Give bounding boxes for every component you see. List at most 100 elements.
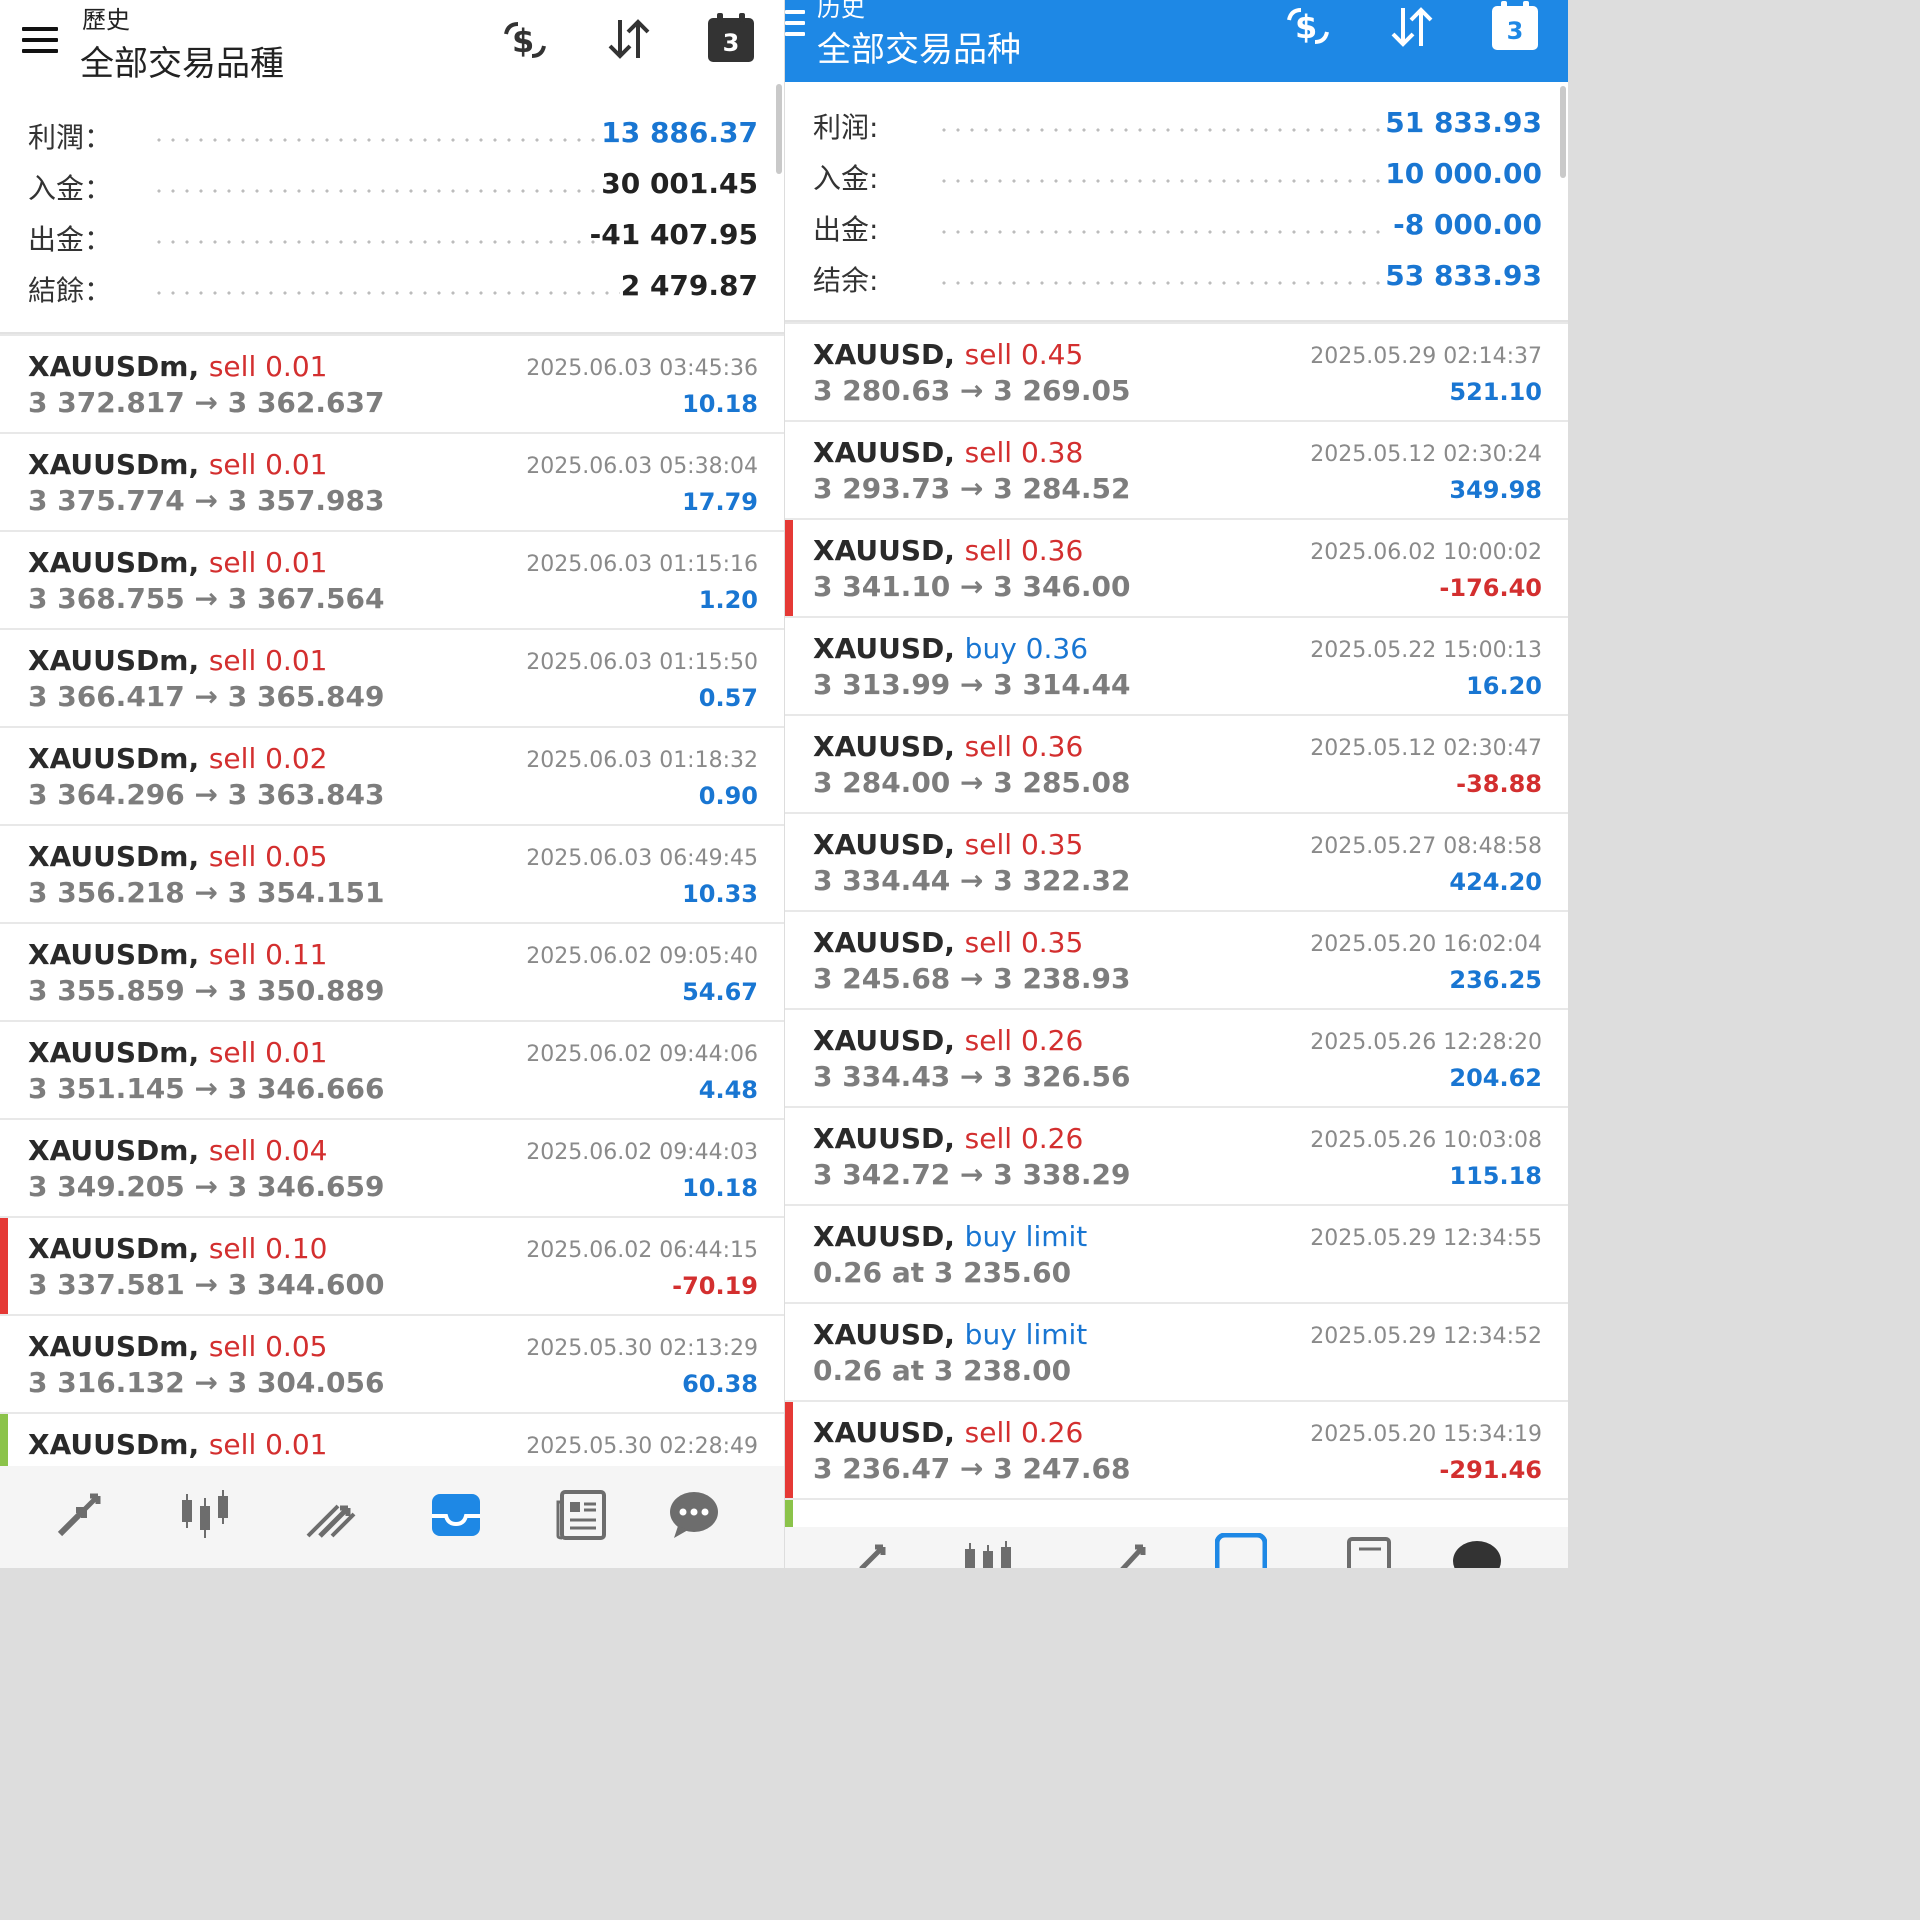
summary-label: 出金:: [813, 213, 879, 246]
chat-icon[interactable]: [1451, 1537, 1503, 1568]
trade-row[interactable]: XAUUSDm, sell 0.01 3 368.755 → 3 367.564 2…: [0, 530, 784, 628]
trade-row[interactable]: XAUUSD, sell 0.26 3 334.43 → 3 326.56 2025…: [785, 1008, 1568, 1106]
history-icon[interactable]: [1215, 1533, 1267, 1568]
trade-time: 2025.06.03 01:15:16: [526, 552, 758, 577]
trade-row[interactable]: XAUUSDm, sell 0.05 3 316.132 → 3 304.056 2…: [0, 1314, 784, 1412]
trade-profit: 10.33: [682, 880, 758, 908]
trade-result-marker: [785, 1402, 793, 1498]
news-icon[interactable]: [1341, 1535, 1393, 1568]
trade-row[interactable]: XAUUSD, sell 0.35 3 334.44 → 3 322.32 2025…: [785, 812, 1568, 910]
dollar-exchange-icon[interactable]: $: [500, 18, 550, 62]
trade-prices: 3 356.218 → 3 354.151: [28, 876, 385, 909]
dotted-leader: [152, 240, 600, 244]
trade-symbol: XAUUSDm,: [28, 1428, 200, 1461]
dotted-leader: [152, 189, 600, 193]
trade-row[interactable]: XAUUSD, buy 0.36 3 313.99 → 3 314.44 2025.…: [785, 616, 1568, 714]
trade-row[interactable]: XAUUSDm, sell 0.01 3 372.817 → 3 362.637 2…: [0, 334, 784, 432]
trade-side: sell 0.35: [964, 828, 1084, 861]
sort-icon[interactable]: [604, 16, 654, 62]
summary-value: 53 833.93: [1385, 259, 1542, 292]
trade-row[interactable]: XAUUSD, sell 0.38 3 293.73 → 3 284.52 2025…: [785, 420, 1568, 518]
trade-side: sell 0.01: [208, 1036, 328, 1069]
trade-symbol: XAUUSDm,: [28, 938, 200, 971]
trade-row[interactable]: XAUUSD, sell 0.36 3 284.00 → 3 285.08 2025…: [785, 714, 1568, 812]
trade-time: 2025.05.29 12:34:52: [1310, 1324, 1542, 1349]
trade-profit: 0.90: [698, 782, 758, 810]
trade-row[interactable]: XAUUSD, buy limit 0.26 at 3 238.00 2025.05…: [785, 1302, 1568, 1400]
trade-symbol-line: XAUUSDm, sell 0.01: [28, 644, 327, 677]
trade-row[interactable]: XAUUSD, buy limit 0.26 at 3 235.60 2025.05…: [785, 1204, 1568, 1302]
history-icon[interactable]: [430, 1490, 482, 1540]
trade-row[interactable]: XAUUSD, sell 0.35 3 245.68 → 3 238.93 2025…: [785, 910, 1568, 1008]
summary-value: 51 833.93: [1385, 106, 1542, 139]
trade-row[interactable]: XAUUSDm, sell 0.10 3 337.581 → 3 344.600 2…: [0, 1216, 784, 1314]
summary-label: 入金：: [28, 172, 113, 205]
trade-prices: 3 368.755 → 3 367.564: [28, 582, 385, 615]
dollar-exchange-icon[interactable]: $: [1283, 4, 1333, 48]
summary-label: 利润:: [813, 111, 879, 144]
trade-profit: -38.88: [1456, 770, 1542, 798]
header-subtitle: 历史: [817, 0, 865, 22]
quotes-icon[interactable]: [54, 1490, 104, 1540]
symbol-filter-title[interactable]: 全部交易品種: [80, 36, 284, 85]
trade-row[interactable]: XAUUSDm, sell 0.01 3 366.417 → 3 365.849 2…: [0, 628, 784, 726]
trade-row[interactable]: XAUUSDm, sell 0.04 3 349.205 → 3 346.659 2…: [0, 1118, 784, 1216]
trade-row[interactable]: XAUUSDm, sell 0.02 3 364.296 → 3 363.843 2…: [0, 726, 784, 824]
trade-time: 2025.05.22 15:00:13: [1310, 638, 1542, 663]
trade-result-marker: [0, 1218, 8, 1314]
summary-value: 13 886.37: [601, 116, 758, 149]
chart-icon[interactable]: [961, 1533, 1015, 1568]
trade-icon[interactable]: [1115, 1533, 1155, 1568]
trade-profit: -291.46: [1439, 1456, 1542, 1484]
trade-time: 2025.05.12 02:30:24: [1310, 442, 1542, 467]
sort-icon[interactable]: [1387, 4, 1437, 50]
trade-symbol: XAUUSD,: [813, 1122, 955, 1155]
trade-symbol-line: XAUUSDm, sell 0.01: [28, 448, 327, 481]
trade-symbol: XAUUSDm,: [28, 1134, 200, 1167]
trade-row[interactable]: XAUUSD, sell 0.45 3 280.63 → 3 269.05 2025…: [785, 322, 1568, 420]
trade-row[interactable]: XAUUSDm, sell 0.11 3 355.859 → 3 350.889 2…: [0, 922, 784, 1020]
trade-row[interactable]: XAUUSD, sell 0.36 3 341.10 → 3 346.00 2025…: [785, 518, 1568, 616]
trade-symbol: XAUUSD,: [813, 828, 955, 861]
summary-row: 利潤： 13 886.37: [0, 116, 784, 166]
trade-symbol-line: XAUUSDm, sell 0.01: [28, 350, 327, 383]
trade-icon[interactable]: [304, 1490, 358, 1540]
trade-symbol: XAUUSDm,: [28, 644, 200, 677]
trade-time: 2025.05.20 16:02:04: [1310, 932, 1542, 957]
trade-symbol-line: XAUUSD, buy limit: [813, 1220, 1087, 1253]
summary-row: 出金: -8 000.00: [785, 208, 1568, 258]
calendar-icon[interactable]: 3: [1492, 1, 1538, 50]
trade-row[interactable]: XAUUSDm, sell 0.01 3 375.774 → 3 357.983 2…: [0, 432, 784, 530]
trade-prices: 3 364.296 → 3 363.843: [28, 778, 385, 811]
trade-symbol-line: XAUUSD, sell 0.26: [813, 1122, 1083, 1155]
trade-prices: 3 334.43 → 3 326.56: [813, 1060, 1131, 1093]
trade-row[interactable]: XAUUSDm, sell 0.05 3 356.218 → 3 354.151 2…: [0, 824, 784, 922]
trade-side: sell 0.45: [964, 338, 1084, 371]
trade-side: buy 0.36: [964, 632, 1089, 665]
trade-profit: 115.18: [1449, 1162, 1542, 1190]
trade-prices: 3 313.99 → 3 314.44: [813, 668, 1131, 701]
trade-symbol: XAUUSD,: [813, 1416, 955, 1449]
trade-time: 2025.06.03 03:45:36: [526, 356, 758, 381]
quotes-icon[interactable]: [855, 1535, 895, 1568]
menu-icon[interactable]: [22, 27, 58, 60]
symbol-filter-title[interactable]: 全部交易品种: [817, 22, 1021, 71]
trade-row[interactable]: XAUUSD, sell 0.26 3 342.72 → 3 338.29 2025…: [785, 1106, 1568, 1204]
trade-symbol-line: XAUUSD, sell 0.36: [813, 534, 1083, 567]
trade-prices: 0.26 at 3 238.00: [813, 1354, 1072, 1387]
menu-icon[interactable]: [785, 10, 805, 43]
summary-value: -8 000.00: [1393, 208, 1542, 241]
trade-side: sell 0.01: [208, 448, 328, 481]
trade-symbol-line: XAUUSDm, sell 0.01: [28, 1036, 327, 1069]
summary-label: 入金:: [813, 162, 879, 195]
chat-icon[interactable]: [668, 1490, 720, 1540]
trade-prices: 3 334.44 → 3 322.32: [813, 864, 1131, 897]
summary-value: 2 479.87: [620, 269, 758, 302]
summary-row: 出金： -41 407.95: [0, 218, 784, 268]
trade-row[interactable]: XAUUSD, sell 0.26 3 236.47 → 3 247.68 2025…: [785, 1400, 1568, 1498]
chart-icon[interactable]: [178, 1488, 232, 1542]
calendar-icon[interactable]: 3: [708, 13, 754, 62]
trade-row[interactable]: XAUUSDm, sell 0.01 3 351.145 → 3 346.666 2…: [0, 1020, 784, 1118]
news-icon[interactable]: [556, 1488, 608, 1542]
left-history-panel: 歷史 全部交易品種 $ 3 利潤： 13 886.37 入金： 30 001.45 出金…: [0, 0, 784, 1568]
